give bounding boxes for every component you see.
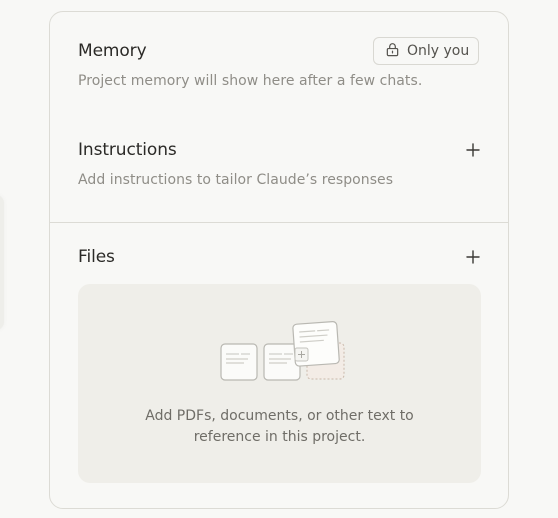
project-knowledge-panel: Memory Project memory will show here aft… — [49, 11, 509, 509]
files-dropzone[interactable]: Add PDFs, documents, or other text to re… — [78, 284, 481, 483]
dropzone-message-line2: reference in this project. — [193, 429, 366, 445]
side-panel-edge — [0, 195, 4, 330]
section-divider — [50, 222, 508, 223]
memory-title: Memory — [78, 41, 147, 61]
instructions-subtitle: Add instructions to tailor Claude’s resp… — [78, 172, 394, 188]
dropzone-message-line1: Add PDFs, documents, or other text to — [145, 408, 414, 424]
visibility-label: Only you — [407, 43, 470, 59]
dropzone-message: Add PDFs, documents, or other text to re… — [78, 406, 481, 448]
plus-icon — [466, 249, 480, 268]
plus-icon — [466, 142, 480, 161]
documents-illustration-icon — [220, 321, 346, 383]
add-files-button[interactable] — [463, 248, 483, 268]
memory-subtitle: Project memory will show here after a fe… — [78, 73, 423, 89]
lock-icon — [385, 42, 400, 61]
add-instructions-button[interactable] — [463, 141, 483, 161]
visibility-badge[interactable]: Only you — [373, 37, 479, 65]
instructions-title: Instructions — [78, 140, 177, 160]
files-title: Files — [78, 247, 115, 267]
